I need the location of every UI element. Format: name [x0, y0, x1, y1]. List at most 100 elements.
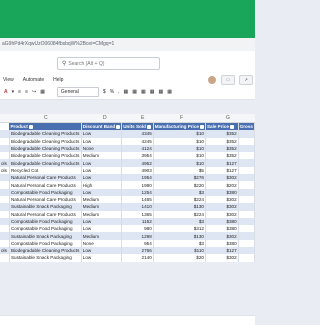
cell-discount-band[interactable]: Medium — [81, 195, 123, 204]
row-side-cell[interactable]: ols — [0, 159, 10, 167]
cell-sale-price[interactable]: $380 — [205, 225, 239, 233]
cell-product[interactable]: Biodegradable Cleaning Products — [9, 159, 82, 167]
cell-sale-price[interactable]: $380 — [205, 188, 239, 196]
cell-manufacturing-price[interactable]: $5 — [153, 166, 206, 175]
cell-manufacturing-price[interactable]: $10 — [153, 137, 206, 145]
row-side-cell[interactable] — [0, 174, 10, 182]
row-side-cell[interactable] — [0, 195, 10, 204]
cell-gross[interactable] — [238, 166, 255, 175]
row-side-cell[interactable] — [0, 232, 10, 240]
cell-manufacturing-price[interactable]: $10 — [153, 159, 206, 167]
cell-manufacturing-price[interactable]: $10 — [153, 130, 206, 138]
column-letter[interactable]: E — [141, 115, 144, 121]
table-row[interactable]: Biodegradable Cleaning Products Low 4345 $1… — [0, 130, 255, 138]
cell-gross[interactable] — [238, 152, 255, 160]
table-row[interactable]: Natural Personal Care Products Medium 1365… — [0, 210, 255, 218]
cell-manufacturing-price[interactable]: $276 — [153, 174, 206, 182]
row-side-cell[interactable] — [0, 130, 10, 138]
row-side-cell[interactable] — [0, 144, 10, 153]
cell-sale-price[interactable]: $352 — [205, 137, 239, 145]
cell-discount-band[interactable]: Low — [81, 188, 123, 196]
menu-help[interactable]: Help — [53, 77, 63, 83]
cell-manufacturing-price[interactable]: $110 — [153, 247, 206, 255]
table-row[interactable]: Biodegradable Cleaning Products None 4124 $… — [0, 144, 255, 153]
cell-discount-band[interactable]: None — [81, 144, 123, 153]
filter-icon[interactable] — [28, 124, 33, 129]
filter-icon[interactable] — [229, 124, 234, 129]
table-row[interactable]: ols Recycled Cot Low 4903 $5 $127 — [0, 166, 255, 175]
menu-automate[interactable]: Automate — [23, 77, 44, 83]
row-side-cell[interactable] — [0, 188, 10, 196]
menu-view[interactable]: View — [3, 77, 14, 83]
cell-discount-band[interactable]: Medium — [81, 203, 123, 211]
table-row[interactable]: Biodegradable Cleaning Products Medium 395… — [0, 152, 255, 160]
cell-product[interactable]: Biodegradable Cleaning Products — [9, 247, 82, 255]
cell-sale-price[interactable]: $380 — [205, 217, 239, 226]
cell-manufacturing-price[interactable]: $20 — [153, 254, 206, 262]
insert-icon[interactable]: ▦ — [150, 89, 155, 95]
cell-discount-band[interactable]: Medium — [81, 152, 123, 160]
row-side-cell[interactable] — [0, 152, 10, 160]
table-row[interactable]: Compostable Food Packaging Low 1152 $3 $380 — [0, 217, 255, 226]
cell-manufacturing-price[interactable]: $3 — [153, 217, 206, 226]
row-side-cell[interactable] — [0, 239, 10, 248]
cell-product[interactable]: Compostable Food Packaging — [9, 225, 82, 233]
cell-sale-price[interactable]: $127 — [205, 166, 239, 175]
header-units-sold[interactable]: Units Sold — [121, 123, 154, 131]
row-side-cell[interactable] — [0, 137, 10, 145]
cell-units-sold[interactable]: 954 — [121, 239, 154, 248]
cell-gross[interactable] — [238, 144, 255, 153]
cell-units-sold[interactable]: 1152 — [121, 217, 154, 226]
font-color-button[interactable]: A — [4, 89, 8, 95]
merge-cells-icon[interactable]: ▦ — [40, 89, 45, 95]
cell-units-sold[interactable]: 3954 — [121, 152, 154, 160]
cell-gross[interactable] — [238, 130, 255, 138]
cell-discount-band[interactable]: Low — [81, 137, 123, 145]
cell-manufacturing-price[interactable]: $220 — [153, 181, 206, 189]
header-gross[interactable]: Gross — [238, 123, 255, 131]
cell-sale-price[interactable]: $352 — [205, 152, 239, 160]
cell-product[interactable]: Biodegradable Cleaning Products — [9, 144, 82, 153]
header-product[interactable]: Product — [9, 123, 82, 131]
cell-units-sold[interactable]: 1990 — [121, 181, 154, 189]
table-row[interactable]: Biodegradable Cleaning Products Low 4245 $1… — [0, 137, 255, 145]
sort-filter-icon[interactable]: ▦ — [167, 89, 172, 95]
share-icon[interactable]: ↗ — [239, 74, 253, 85]
cell-sale-price[interactable]: $127 — [205, 159, 239, 167]
align-center-icon[interactable]: ≡ — [25, 89, 28, 95]
cell-product[interactable]: Biodegradable Cleaning Products — [9, 130, 82, 138]
cell-discount-band[interactable]: Low — [81, 217, 123, 226]
table-row[interactable]: Natural Personal Care Products Medium 1465… — [0, 195, 255, 204]
cell-sale-price[interactable]: $202 — [205, 181, 239, 189]
cell-discount-band[interactable]: None — [81, 239, 123, 248]
comma-style-icon[interactable]: , — [118, 89, 119, 95]
table-row[interactable]: Compostable Food Packaging Low 1254 $3 $380 — [0, 188, 255, 196]
header-discount-band[interactable]: Discount Band — [81, 123, 123, 131]
table-row[interactable]: Sustainable Snack Packaging Medium 1298 $13… — [0, 232, 255, 240]
delete-icon[interactable]: ▦ — [158, 89, 163, 95]
cell-units-sold[interactable]: 4345 — [121, 130, 154, 138]
column-letter[interactable]: D — [103, 115, 107, 121]
cell-units-sold[interactable]: 1465 — [121, 195, 154, 204]
cell-sale-price[interactable]: $302 — [205, 210, 239, 218]
number-format-select[interactable]: General — [56, 87, 99, 97]
cell-gross[interactable] — [238, 195, 255, 204]
cell-sale-price[interactable]: $302 — [205, 195, 239, 204]
percent-icon[interactable]: % — [110, 89, 114, 95]
column-letter[interactable]: C — [44, 115, 48, 121]
cell-gross[interactable] — [238, 181, 255, 189]
cell-discount-band[interactable]: Medium — [81, 210, 123, 218]
filter-icon[interactable] — [116, 124, 121, 129]
cell-product[interactable]: Natural Personal Care Products — [9, 195, 82, 204]
cell-units-sold[interactable]: 1954 — [121, 174, 154, 182]
cell-units-sold[interactable]: 4124 — [121, 144, 154, 153]
cell-gross[interactable] — [238, 254, 255, 262]
wrap-text-icon[interactable]: ↪ — [32, 89, 36, 95]
cell-product[interactable]: Natural Personal Care Products — [9, 210, 82, 218]
cell-manufacturing-price[interactable]: $3 — [153, 239, 206, 248]
cell-units-sold[interactable]: 2140 — [121, 254, 154, 262]
header-manufacturing-price[interactable]: Manufacturing Price — [153, 123, 206, 131]
cell-sale-price[interactable]: $352 — [205, 130, 239, 138]
table-row[interactable]: Sustainable Snack Packaging Low 2140 $20 $30… — [0, 254, 255, 262]
cell-discount-band[interactable]: Medium — [81, 232, 123, 240]
